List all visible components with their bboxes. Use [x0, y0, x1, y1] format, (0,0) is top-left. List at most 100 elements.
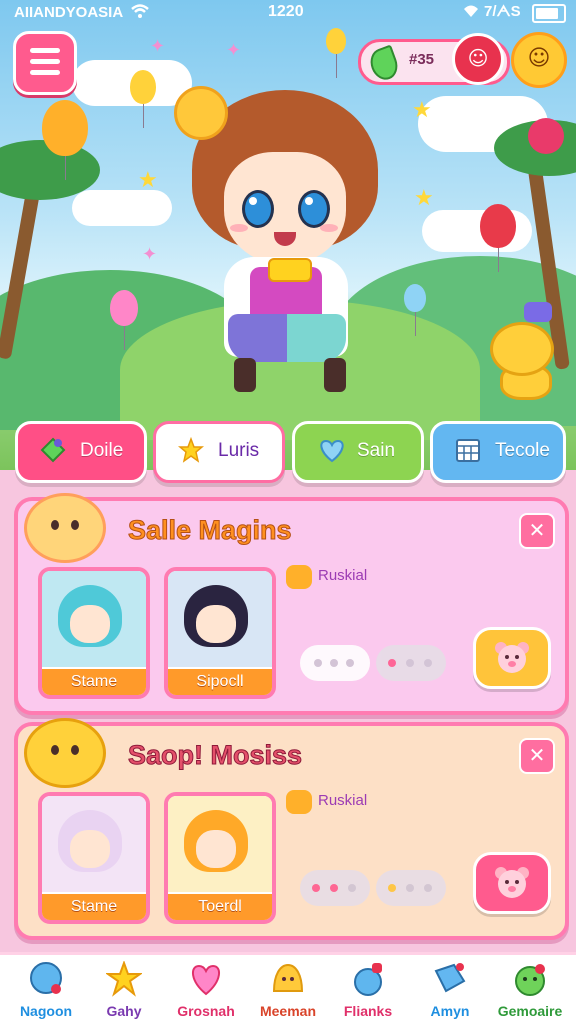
- battery-icon: [532, 4, 566, 23]
- portrait-art: [168, 796, 272, 892]
- slot-pill: [300, 645, 370, 681]
- character-name: Stame: [42, 894, 146, 920]
- star-icon: [106, 961, 142, 997]
- map-icon: [434, 963, 466, 993]
- calendar-icon: [456, 439, 480, 462]
- currency-value: #35: [409, 51, 435, 68]
- portrait-face: [70, 605, 110, 643]
- nav-item-amyn[interactable]: Amyn: [410, 959, 490, 1025]
- character-portrait[interactable]: Stame: [38, 567, 150, 699]
- nav-label: Amyn: [430, 1003, 470, 1019]
- reward-tag-label: Ruskial: [318, 792, 368, 809]
- character-name: Stame: [42, 669, 146, 695]
- bear-chip-icon: [286, 790, 312, 814]
- tab-sain[interactable]: Sain: [292, 421, 424, 483]
- nav-label: Meeman: [259, 1003, 317, 1019]
- nav-label: Gemoaire: [497, 1003, 563, 1019]
- blush: [230, 224, 248, 232]
- chibi-character[interactable]: [174, 62, 390, 402]
- leg: [324, 358, 346, 392]
- star-icon: ★: [414, 186, 434, 211]
- heart-icon: [192, 964, 220, 996]
- carrier-label: AIIANDYOASIA: [14, 4, 124, 21]
- balloon: [326, 28, 346, 78]
- tab-tecole[interactable]: Tecole: [430, 421, 566, 483]
- character-portrait[interactable]: Toerdl: [164, 792, 276, 924]
- signal-icon: [462, 2, 480, 24]
- wifi-icon: [130, 2, 150, 24]
- balloon-icon: [30, 962, 62, 994]
- bear-icon: [495, 867, 529, 898]
- portrait-face: [196, 830, 236, 868]
- balloon: [110, 290, 138, 350]
- nav-item-gahy[interactable]: Gahy: [84, 959, 164, 1025]
- tab-label: Doile: [80, 440, 124, 461]
- star-icon: ★: [138, 168, 158, 193]
- clock: 1220: [268, 3, 304, 20]
- bow-icon: [268, 258, 312, 282]
- tab-label: Sain: [357, 440, 396, 461]
- flower-icon: [528, 118, 564, 154]
- heart-icon: [320, 439, 344, 463]
- character-portrait[interactable]: Sipocll: [164, 567, 276, 699]
- nav-item-flianks[interactable]: Flianks: [328, 959, 408, 1025]
- close-button[interactable]: ✕: [519, 738, 555, 774]
- reward-tag-label: Ruskial: [318, 567, 368, 584]
- balloon: [404, 284, 426, 336]
- eye: [298, 190, 330, 228]
- nav-label: Grosnah: [177, 1003, 235, 1019]
- gem-icon: [40, 437, 66, 463]
- character-name: Toerdl: [168, 894, 272, 920]
- sun-icon[interactable]: ☺: [511, 32, 567, 88]
- eye: [242, 190, 274, 228]
- cat-mascot[interactable]: [484, 302, 556, 400]
- tab-label: Tecole: [495, 440, 550, 461]
- nav-label: Gahy: [106, 1003, 142, 1019]
- nav-item-nagoon[interactable]: Nagoon: [6, 959, 86, 1025]
- star-icon: ★: [412, 98, 432, 123]
- card-title: Salle Magins: [128, 515, 293, 546]
- cat-head: [490, 322, 554, 376]
- menu-icon-line: [30, 48, 60, 53]
- event-card: Salle Magins ✕ Stame Sipocll Ruskial: [14, 493, 569, 715]
- bear-action-button[interactable]: [473, 627, 551, 689]
- character-portrait[interactable]: Stame: [38, 792, 150, 924]
- bear-chip-icon: [286, 565, 312, 589]
- nav-label: Flianks: [343, 1003, 393, 1019]
- tab-luris[interactable]: Luris: [153, 421, 285, 483]
- lemon-mascot-icon: [24, 718, 106, 788]
- event-card: Saop! Mosiss ✕ Stame Toerdl Ruskial: [14, 718, 569, 940]
- tab-doile[interactable]: Doile: [15, 421, 147, 483]
- slime-icon: [272, 963, 304, 992]
- cloud: [72, 190, 172, 226]
- potion-icon: [354, 963, 382, 996]
- slot-pill: [376, 645, 446, 681]
- blush: [320, 224, 338, 232]
- frog-icon: [515, 964, 545, 996]
- mouth: [274, 232, 296, 246]
- portrait-art: [42, 571, 146, 667]
- menu-button[interactable]: [13, 31, 77, 95]
- close-button[interactable]: ✕: [519, 513, 555, 549]
- balloon: [130, 70, 156, 128]
- nav-item-meeman[interactable]: Meeman: [248, 959, 328, 1025]
- portrait-art: [42, 796, 146, 892]
- balloon: [480, 204, 516, 272]
- bottom-nav: Nagoon Gahy Grosnah Meeman Flianks Amyn …: [0, 952, 576, 1027]
- balloon: [42, 100, 88, 180]
- bear-action-button[interactable]: [473, 852, 551, 914]
- character-skirt: [228, 314, 346, 362]
- nav-item-gemoaire[interactable]: Gemoaire: [490, 959, 570, 1025]
- sparkle-icon: ✦: [142, 244, 158, 265]
- ribbon-icon: [524, 302, 552, 322]
- status-right-text: 7/ᗅS: [484, 3, 521, 20]
- nav-item-grosnah[interactable]: Grosnah: [166, 959, 246, 1025]
- bear-icon: [495, 642, 529, 673]
- tab-label: Luris: [218, 440, 260, 461]
- red-flower-icon[interactable]: ☺: [452, 33, 504, 85]
- status-bar: AIIANDYOASIA 1220 7/ᗅS: [0, 0, 576, 26]
- menu-icon-line: [30, 59, 60, 64]
- star-icon: [178, 437, 204, 463]
- sparkle-icon: ✦: [150, 36, 166, 57]
- menu-icon-line: [30, 70, 60, 75]
